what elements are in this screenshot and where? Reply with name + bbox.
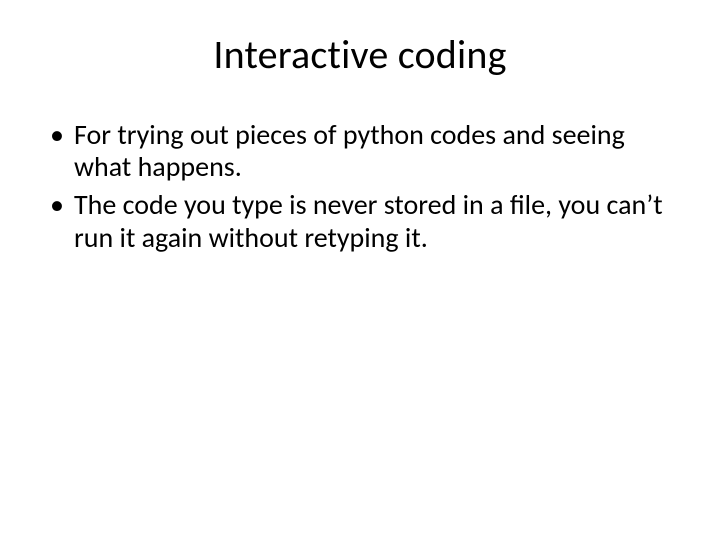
list-item: The code you type is never stored in a f…: [46, 189, 678, 253]
bullet-list: For trying out pieces of python codes an…: [38, 119, 682, 254]
bullet-text: For trying out pieces of python codes an…: [74, 117, 625, 184]
slide: Interactive coding For trying out pieces…: [0, 0, 720, 540]
list-item: For trying out pieces of python codes an…: [46, 119, 678, 183]
bullet-text: The code you type is never stored in a f…: [74, 187, 663, 254]
slide-title: Interactive coding: [38, 30, 682, 79]
